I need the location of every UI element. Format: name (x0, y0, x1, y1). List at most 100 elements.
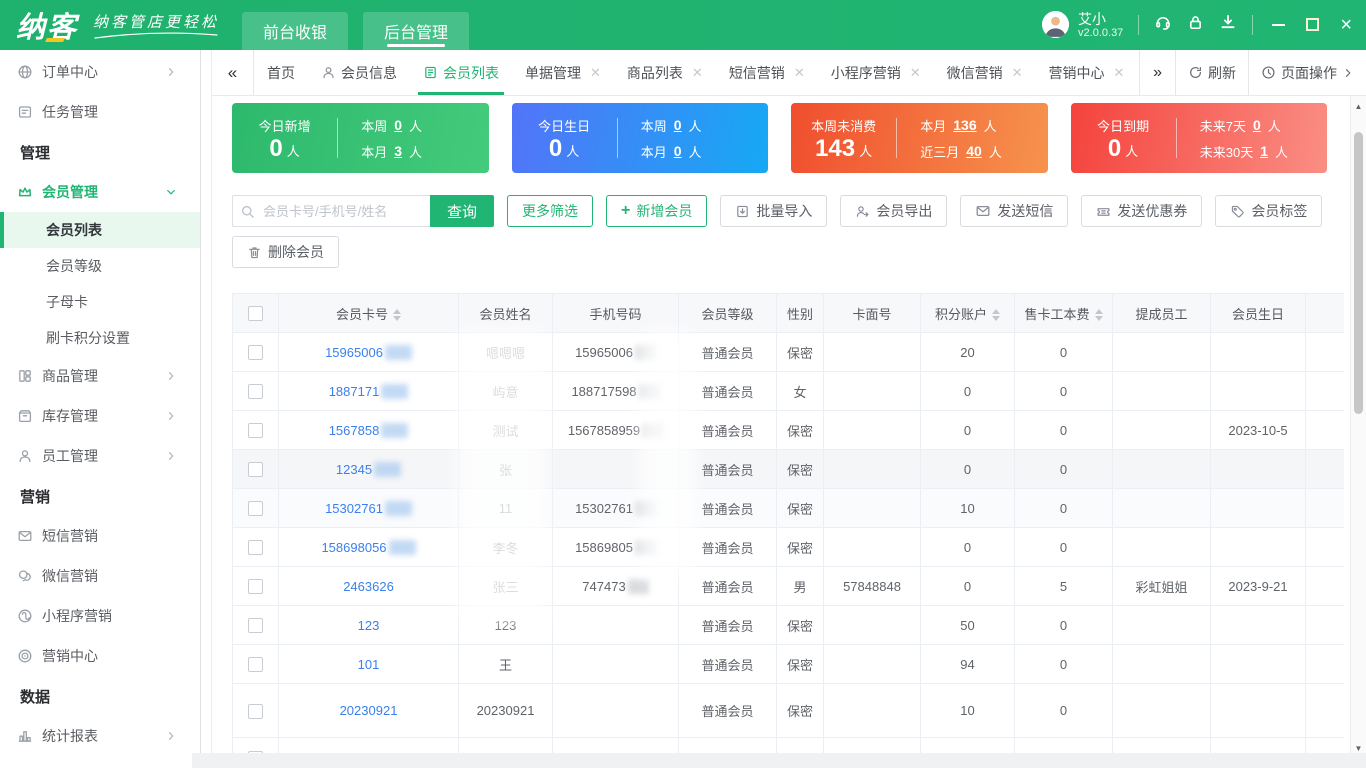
发送优惠券-button[interactable]: 发送优惠券 (1081, 195, 1202, 227)
stat-detail-value[interactable]: 1 (1260, 143, 1268, 159)
tabs-expand-button[interactable]: » (1139, 50, 1175, 95)
member-card-link[interactable]: 123 (279, 606, 459, 645)
sidebar-item-数据分析[interactable]: 数据分析 (0, 756, 200, 768)
close-button[interactable]: × (1340, 15, 1352, 35)
row-checkbox[interactable] (248, 384, 263, 399)
tab-微信营销[interactable]: 微信营销✕ (934, 50, 1036, 95)
tab-短信营销[interactable]: 短信营销✕ (716, 50, 818, 95)
row-checkbox[interactable] (248, 579, 263, 594)
member-card-link[interactable]: 20230921 (279, 684, 459, 738)
会员标签-button[interactable]: 会员标签 (1215, 195, 1322, 227)
member-card-link[interactable]: 101 (279, 645, 459, 684)
member-card-link[interactable]: 15965006 (279, 333, 459, 372)
tab-首页[interactable]: 首页 (254, 50, 308, 95)
sidebar-item-短信营销[interactable]: 短信营销 (0, 516, 200, 556)
stat-detail-value[interactable]: 0 (674, 143, 682, 159)
tab-close-icon[interactable]: ✕ (1012, 65, 1023, 81)
nav-button-0[interactable]: 前台收银 (242, 12, 348, 50)
sidebar-item-商品管理[interactable]: 商品管理 (0, 356, 200, 396)
scroll-up-arrow-icon[interactable]: ▲ (1351, 102, 1366, 111)
delete-member-button[interactable]: 删除会员 (232, 236, 339, 268)
批量导入-button[interactable]: 批量导入 (720, 195, 827, 227)
stat-detail-value[interactable]: 136 (953, 117, 976, 133)
tab-小程序营销[interactable]: 小程序营销✕ (818, 50, 934, 95)
page-actions-button[interactable]: 页面操作 (1248, 50, 1366, 95)
sidebar-item-微信营销[interactable]: 微信营销 (0, 556, 200, 596)
member-card-link[interactable]: 2463626 (279, 567, 459, 606)
customer-service-icon[interactable] (1154, 13, 1172, 36)
column-header-会员卡号[interactable]: 会员卡号 (279, 294, 459, 333)
sidebar-item-会员等级[interactable]: 会员等级 (0, 248, 200, 284)
sort-icon[interactable] (393, 309, 401, 321)
refresh-button[interactable]: 刷新 (1175, 50, 1248, 95)
select-all-checkbox[interactable] (248, 306, 263, 321)
tab-close-icon[interactable]: ✕ (794, 65, 805, 81)
sidebar-item-订单中心[interactable]: 订单中心 (0, 52, 200, 92)
sidebar-item-统计报表[interactable]: 统计报表 (0, 716, 200, 756)
sidebar-item-营销中心[interactable]: 营销中心 (0, 636, 200, 676)
sort-icon[interactable] (1095, 309, 1103, 321)
sidebar-item-子母卡[interactable]: 子母卡 (0, 284, 200, 320)
row-checkbox[interactable] (248, 657, 263, 672)
row-checkbox[interactable] (248, 423, 263, 438)
sort-icon[interactable] (992, 309, 1000, 321)
tab-会员列表[interactable]: 会员列表 (410, 50, 512, 95)
stat-card-本周未消费[interactable]: 本周未消费 143人 本月 136 人近三月 40 人 (791, 103, 1048, 173)
发送短信-button[interactable]: 发送短信 (960, 195, 1068, 227)
stat-card-今日生日[interactable]: 今日生日 0人 本周 0 人本月 0 人 (512, 103, 769, 173)
column-header-售卡工本费[interactable]: 售卡工本费 (1015, 294, 1113, 333)
member-card-link[interactable]: 1887171 (279, 372, 459, 411)
add-member-button[interactable]: +新增会员 (606, 195, 707, 227)
stat-detail-value[interactable]: 0 (1253, 117, 1261, 133)
stat-detail-value[interactable]: 40 (966, 143, 982, 159)
download-icon[interactable] (1219, 13, 1237, 36)
stat-detail-value[interactable]: 3 (394, 143, 402, 159)
sidebar-item-会员管理[interactable]: 会员管理 (0, 172, 200, 212)
content-vertical-scrollbar[interactable]: ▲ ▼ (1350, 96, 1366, 753)
row-checkbox[interactable] (248, 501, 263, 516)
row-checkbox[interactable] (248, 751, 263, 753)
tab-单据管理[interactable]: 单据管理✕ (512, 50, 614, 95)
scrollbar-thumb[interactable] (1354, 132, 1363, 414)
sidebar-item-任务管理[interactable]: 任务管理 (0, 92, 200, 132)
nav-button-1[interactable]: 后台管理 (363, 12, 469, 50)
lock-icon[interactable] (1187, 14, 1204, 36)
tab-close-icon[interactable]: ✕ (692, 65, 703, 81)
tab-会员信息[interactable]: 会员信息 (308, 50, 410, 95)
search-button[interactable]: 查询 (430, 195, 494, 227)
avatar[interactable] (1042, 11, 1069, 38)
sidebar-item-刷卡积分设置[interactable]: 刷卡积分设置 (0, 320, 200, 356)
sidebar-item-会员列表[interactable]: 会员列表 (0, 212, 200, 248)
member-card-link[interactable]: 158698056 (279, 528, 459, 567)
sidebar-scrollbar-gutter[interactable] (200, 50, 212, 768)
sidebar-item-小程序营销[interactable]: 小程序营销 (0, 596, 200, 636)
sidebar-item-员工管理[interactable]: 员工管理 (0, 436, 200, 476)
tab-close-icon[interactable]: ✕ (910, 65, 921, 81)
stat-card-今日到期[interactable]: 今日到期 0人 未来7天 0 人未来30天 1 人 (1071, 103, 1328, 173)
maximize-button[interactable] (1306, 18, 1319, 31)
column-header-积分账户[interactable]: 积分账户 (921, 294, 1015, 333)
minimize-button[interactable] (1272, 24, 1285, 26)
row-checkbox[interactable] (248, 540, 263, 555)
tab-close-icon[interactable]: ✕ (590, 65, 601, 81)
member-card-link[interactable]: 1567858 (279, 411, 459, 450)
会员导出-button[interactable]: 会员导出 (840, 195, 947, 227)
stat-detail-value[interactable]: 0 (674, 117, 682, 133)
row-checkbox[interactable] (248, 704, 263, 719)
row-checkbox[interactable] (248, 462, 263, 477)
stat-card-今日新增[interactable]: 今日新增 0人 本周 0 人本月 3 人 (232, 103, 489, 173)
stat-detail-value[interactable]: 0 (394, 117, 402, 133)
more-filters-button[interactable]: 更多筛选 (507, 195, 593, 227)
tab-营销中心[interactable]: 营销中心✕ (1036, 50, 1138, 95)
sidebar-item-库存管理[interactable]: 库存管理 (0, 396, 200, 436)
content-horizontal-scrollbar[interactable] (192, 753, 1366, 768)
search-input[interactable] (232, 195, 430, 227)
tabs-collapse-button[interactable]: « (212, 50, 254, 95)
tab-商品列表[interactable]: 商品列表✕ (614, 50, 716, 95)
row-checkbox[interactable] (248, 618, 263, 633)
member-card-link[interactable]: 12345 (279, 450, 459, 489)
tab-close-icon[interactable]: ✕ (1114, 65, 1125, 81)
scroll-down-arrow-icon[interactable]: ▼ (1351, 744, 1366, 753)
row-checkbox[interactable] (248, 345, 263, 360)
member-card-link[interactable]: 15302761 (279, 489, 459, 528)
